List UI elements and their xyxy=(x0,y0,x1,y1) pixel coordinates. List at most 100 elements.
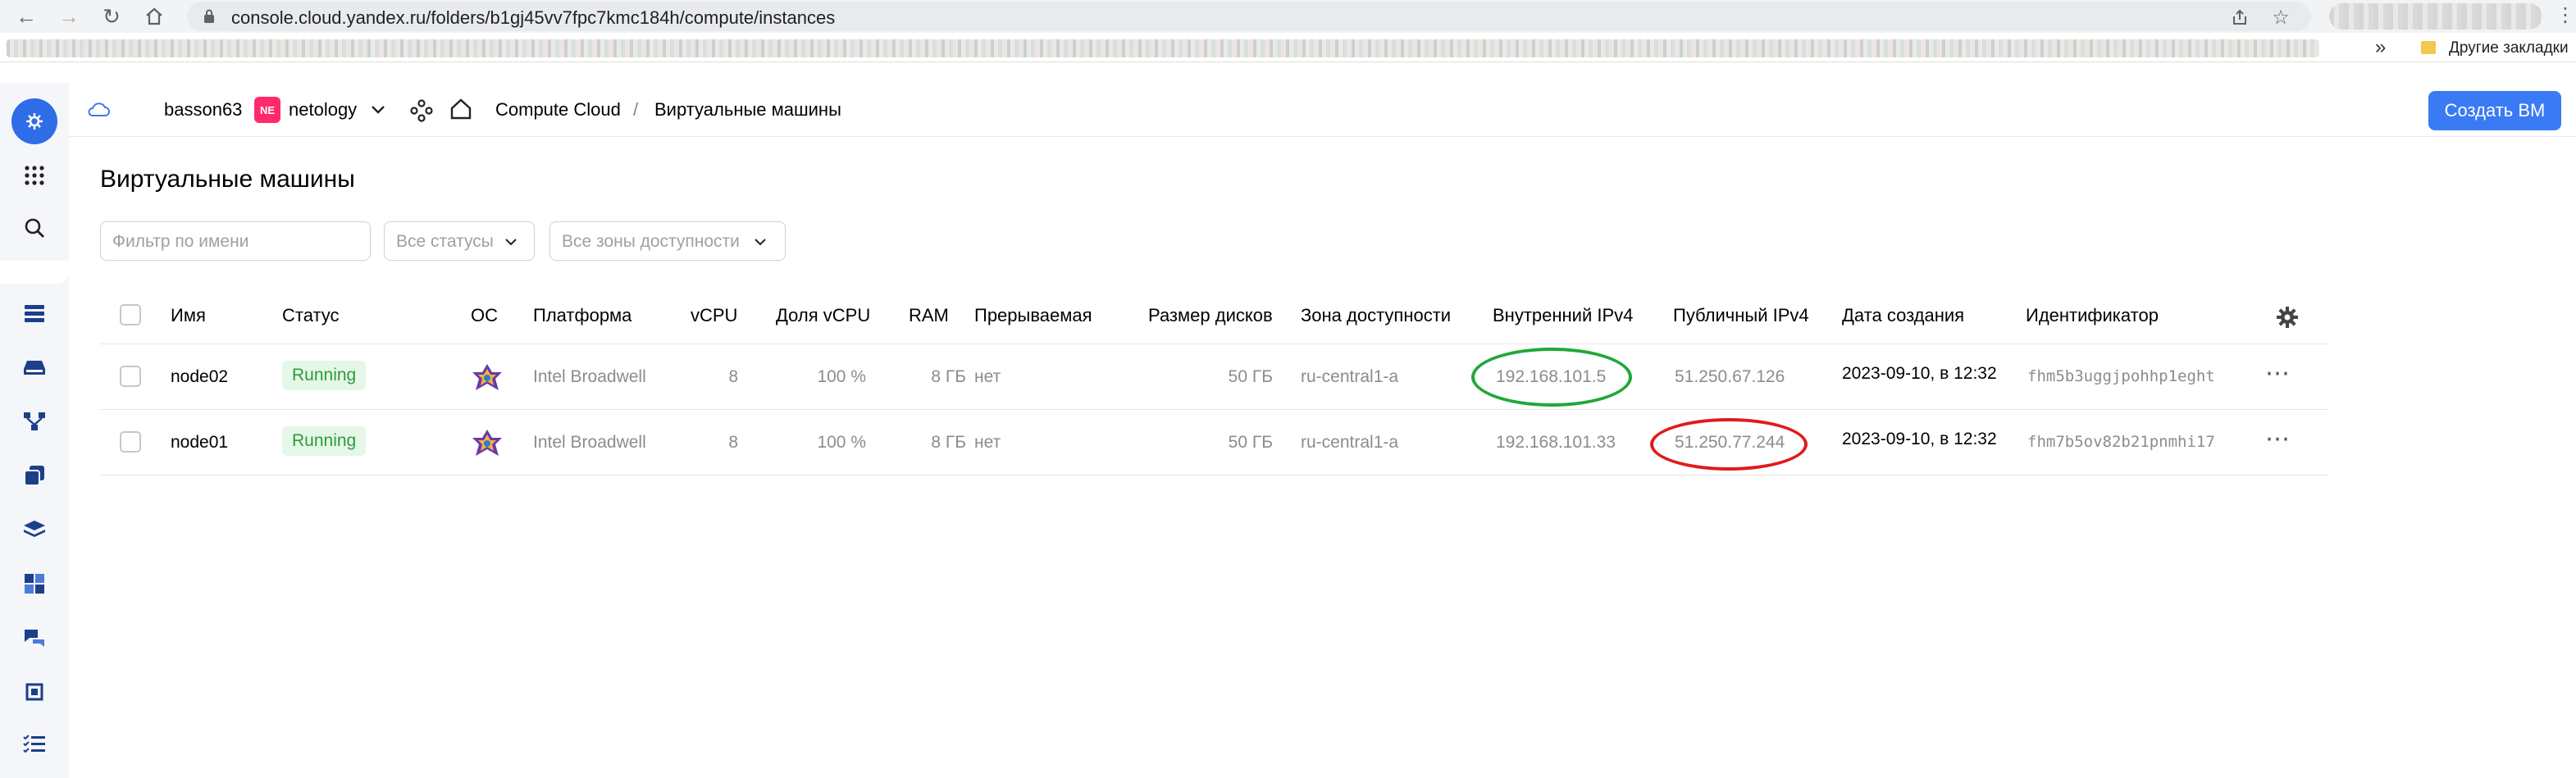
console-logo-icon[interactable] xyxy=(11,98,57,144)
address-bar[interactable]: console.cloud.yandex.ru/folders/b1gj45vv… xyxy=(187,2,2311,31)
catalog-nodes-icon[interactable] xyxy=(410,99,433,122)
chevron-down-icon[interactable] xyxy=(371,104,385,116)
org-badge: NE xyxy=(254,97,280,123)
vm-id[interactable]: fhm5b3uggjpohhp1eght xyxy=(2027,367,2215,385)
services-grid-icon[interactable] xyxy=(21,162,48,189)
vcpu: 8 xyxy=(728,367,738,386)
platform: Intel Broadwell xyxy=(533,433,646,452)
vcpu: 8 xyxy=(728,433,738,452)
status-filter-select[interactable]: Все статусы xyxy=(384,221,535,261)
internal-ip[interactable]: 192.168.101.5 xyxy=(1496,367,1606,387)
chevron-down-icon xyxy=(755,239,766,246)
url-text: console.cloud.yandex.ru/folders/b1gj45vv… xyxy=(231,7,836,28)
col-created[interactable]: Дата создания xyxy=(1842,305,1964,326)
bookmarks-overflow-icon[interactable]: » xyxy=(2375,36,2386,59)
row-actions-icon[interactable]: ⋯ xyxy=(2265,425,2291,453)
network-icon[interactable] xyxy=(21,408,48,434)
vm-name[interactable]: node02 xyxy=(171,367,228,387)
table-row[interactable]: node02 Running Intel Broadwell 8 100 % 8… xyxy=(100,344,2329,410)
col-zone[interactable]: Зона доступности xyxy=(1301,305,1451,326)
table-header: Имя Статус ОС Платформа vCPU Доля vCPU R… xyxy=(100,295,2329,344)
account-name[interactable]: basson63 xyxy=(164,99,242,121)
zone: ru-central1-a xyxy=(1301,433,1399,452)
zone-filter-value: Все зоны доступности xyxy=(562,232,740,251)
cloud-icon[interactable] xyxy=(87,101,110,117)
row-actions-icon[interactable]: ⋯ xyxy=(2265,359,2291,388)
col-preemptible[interactable]: Прерываемая xyxy=(974,305,1092,326)
dedicated-hosts-icon[interactable] xyxy=(21,679,48,705)
vcpu-share: 100 % xyxy=(817,367,866,386)
status-badge: Running xyxy=(282,361,367,390)
created-date: 2023-09-10, в 12:32 xyxy=(1842,364,1997,383)
table-row[interactable]: node01 Running Intel Broadwell 8 100 % 8… xyxy=(100,410,2329,475)
search-icon[interactable] xyxy=(21,215,48,241)
breadcrumb-current: Виртуальные машины xyxy=(654,99,841,120)
forward-icon[interactable]: → xyxy=(56,3,82,30)
col-id[interactable]: Идентификатор xyxy=(2026,305,2159,326)
home-icon[interactable] xyxy=(141,3,167,30)
browser-toolbar: ← → ↻ console.cloud.yandex.ru/folders/b1… xyxy=(0,0,2576,33)
extensions-area xyxy=(2329,3,2542,30)
linux-os-icon xyxy=(472,430,502,456)
rail-separator xyxy=(0,261,69,284)
status-badge: Running xyxy=(282,426,367,456)
select-all-checkbox[interactable] xyxy=(120,304,141,325)
col-os[interactable]: ОС xyxy=(471,305,498,326)
preemptible: нет xyxy=(974,433,1001,452)
row-checkbox[interactable] xyxy=(120,366,141,387)
col-vcpu[interactable]: vCPU xyxy=(691,305,737,326)
platform: Intel Broadwell xyxy=(533,367,646,386)
linux-os-icon xyxy=(472,364,502,390)
bookmark-star-icon[interactable]: ☆ xyxy=(2270,7,2291,29)
internal-ip[interactable]: 192.168.101.33 xyxy=(1496,433,1616,453)
placement-groups-icon[interactable] xyxy=(21,625,48,651)
share-icon[interactable] xyxy=(2229,7,2250,28)
create-vm-button[interactable]: Создать ВМ xyxy=(2428,91,2561,130)
vm-list-icon[interactable] xyxy=(21,300,48,326)
zone-filter-select[interactable]: Все зоны доступности xyxy=(549,221,786,261)
vcpu-share: 100 % xyxy=(817,433,866,452)
col-vcpu-share[interactable]: Доля vCPU xyxy=(776,305,870,326)
console-header: basson63 NE netology Compute Cloud / Вир… xyxy=(69,83,2576,137)
instance-groups-icon[interactable] xyxy=(21,571,48,597)
col-status[interactable]: Статус xyxy=(282,305,340,326)
col-name[interactable]: Имя xyxy=(171,305,206,326)
browser-menu-icon[interactable]: ⋮ xyxy=(2555,3,2575,27)
preemptible: нет xyxy=(974,367,1001,386)
home-folder-icon[interactable] xyxy=(449,98,472,121)
breadcrumb-separator: / xyxy=(633,99,639,120)
col-ram[interactable]: RAM xyxy=(909,305,949,326)
zone: ru-central1-a xyxy=(1301,367,1399,386)
created-date: 2023-09-10, в 12:32 xyxy=(1842,430,1997,448)
operations-icon[interactable] xyxy=(21,731,48,758)
page-title: Виртуальные машины xyxy=(100,166,355,193)
other-bookmarks[interactable]: Другие закладки xyxy=(2449,39,2569,57)
bookmarks-bar: » Другие закладки xyxy=(0,33,2576,62)
gear-icon[interactable] xyxy=(2275,305,2300,330)
breadcrumb-service[interactable]: Compute Cloud xyxy=(495,99,621,121)
vm-id[interactable]: fhm7b5ov82b21pnmhi17 xyxy=(2027,433,2215,451)
ram: 8 ГБ xyxy=(931,367,966,386)
public-ip[interactable]: 51.250.67.126 xyxy=(1675,367,1785,387)
name-filter-placeholder: Фильтр по имени xyxy=(112,232,249,251)
images-layers-icon[interactable] xyxy=(21,516,48,543)
snapshots-icon[interactable] xyxy=(21,462,48,489)
vm-name[interactable]: node01 xyxy=(171,433,228,453)
col-disk-size[interactable]: Размер дисков xyxy=(1148,305,1273,326)
lock-icon xyxy=(204,9,214,23)
ram: 8 ГБ xyxy=(931,433,966,452)
folder-icon xyxy=(2421,41,2436,54)
disk-size: 50 ГБ xyxy=(1228,433,1273,452)
disk-icon[interactable] xyxy=(21,354,48,380)
row-checkbox[interactable] xyxy=(120,431,141,453)
col-public-ip[interactable]: Публичный IPv4 xyxy=(1673,305,1809,326)
back-icon[interactable]: ← xyxy=(13,3,39,30)
org-name[interactable]: netology xyxy=(289,99,357,121)
chevron-down-icon xyxy=(505,239,517,246)
disk-size: 50 ГБ xyxy=(1228,367,1273,386)
col-internal-ip[interactable]: Внутренний IPv4 xyxy=(1493,305,1633,326)
reload-icon[interactable]: ↻ xyxy=(98,3,125,30)
col-platform[interactable]: Платформа xyxy=(533,305,631,326)
name-filter-input[interactable]: Фильтр по имени xyxy=(100,221,371,261)
public-ip[interactable]: 51.250.77.244 xyxy=(1675,433,1785,453)
